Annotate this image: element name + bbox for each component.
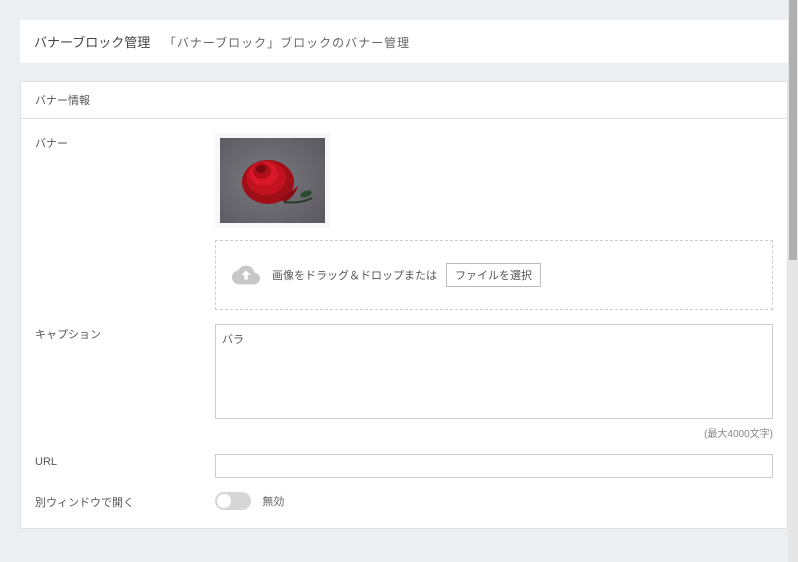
- page-subtitle: 「バナーブロック」ブロックのバナー管理: [164, 36, 410, 50]
- url-input[interactable]: [215, 454, 773, 478]
- page-title: バナーブロック管理: [34, 35, 150, 50]
- caption-input[interactable]: [215, 324, 773, 419]
- dropzone-text: 画像をドラッグ＆ドロップまたは: [272, 270, 437, 282]
- label-newwindow: 別ウィンドウで開く: [35, 492, 215, 510]
- scrollbar-track[interactable]: [788, 0, 798, 562]
- file-select-button[interactable]: ファイルを選択: [446, 263, 541, 287]
- label-caption: キャプション: [35, 324, 215, 342]
- panel-title: バナー情報: [21, 82, 787, 119]
- caption-hint: (最大4000文字): [215, 425, 773, 440]
- scrollbar-thumb[interactable]: [789, 0, 797, 260]
- upload-icon: [232, 261, 260, 289]
- label-banner: バナー: [35, 133, 215, 151]
- rose-image: [220, 138, 325, 223]
- banner-thumbnail[interactable]: [215, 133, 330, 228]
- label-url: URL: [35, 454, 215, 468]
- banner-info-panel: バナー情報 バナー: [20, 81, 788, 529]
- upload-dropzone[interactable]: 画像をドラッグ＆ドロップまたは ファイルを選択: [215, 240, 773, 310]
- page-header: バナーブロック管理 「バナーブロック」ブロックのバナー管理: [20, 20, 788, 63]
- newwindow-toggle-label: 無効: [262, 496, 284, 508]
- newwindow-toggle[interactable]: [215, 492, 251, 510]
